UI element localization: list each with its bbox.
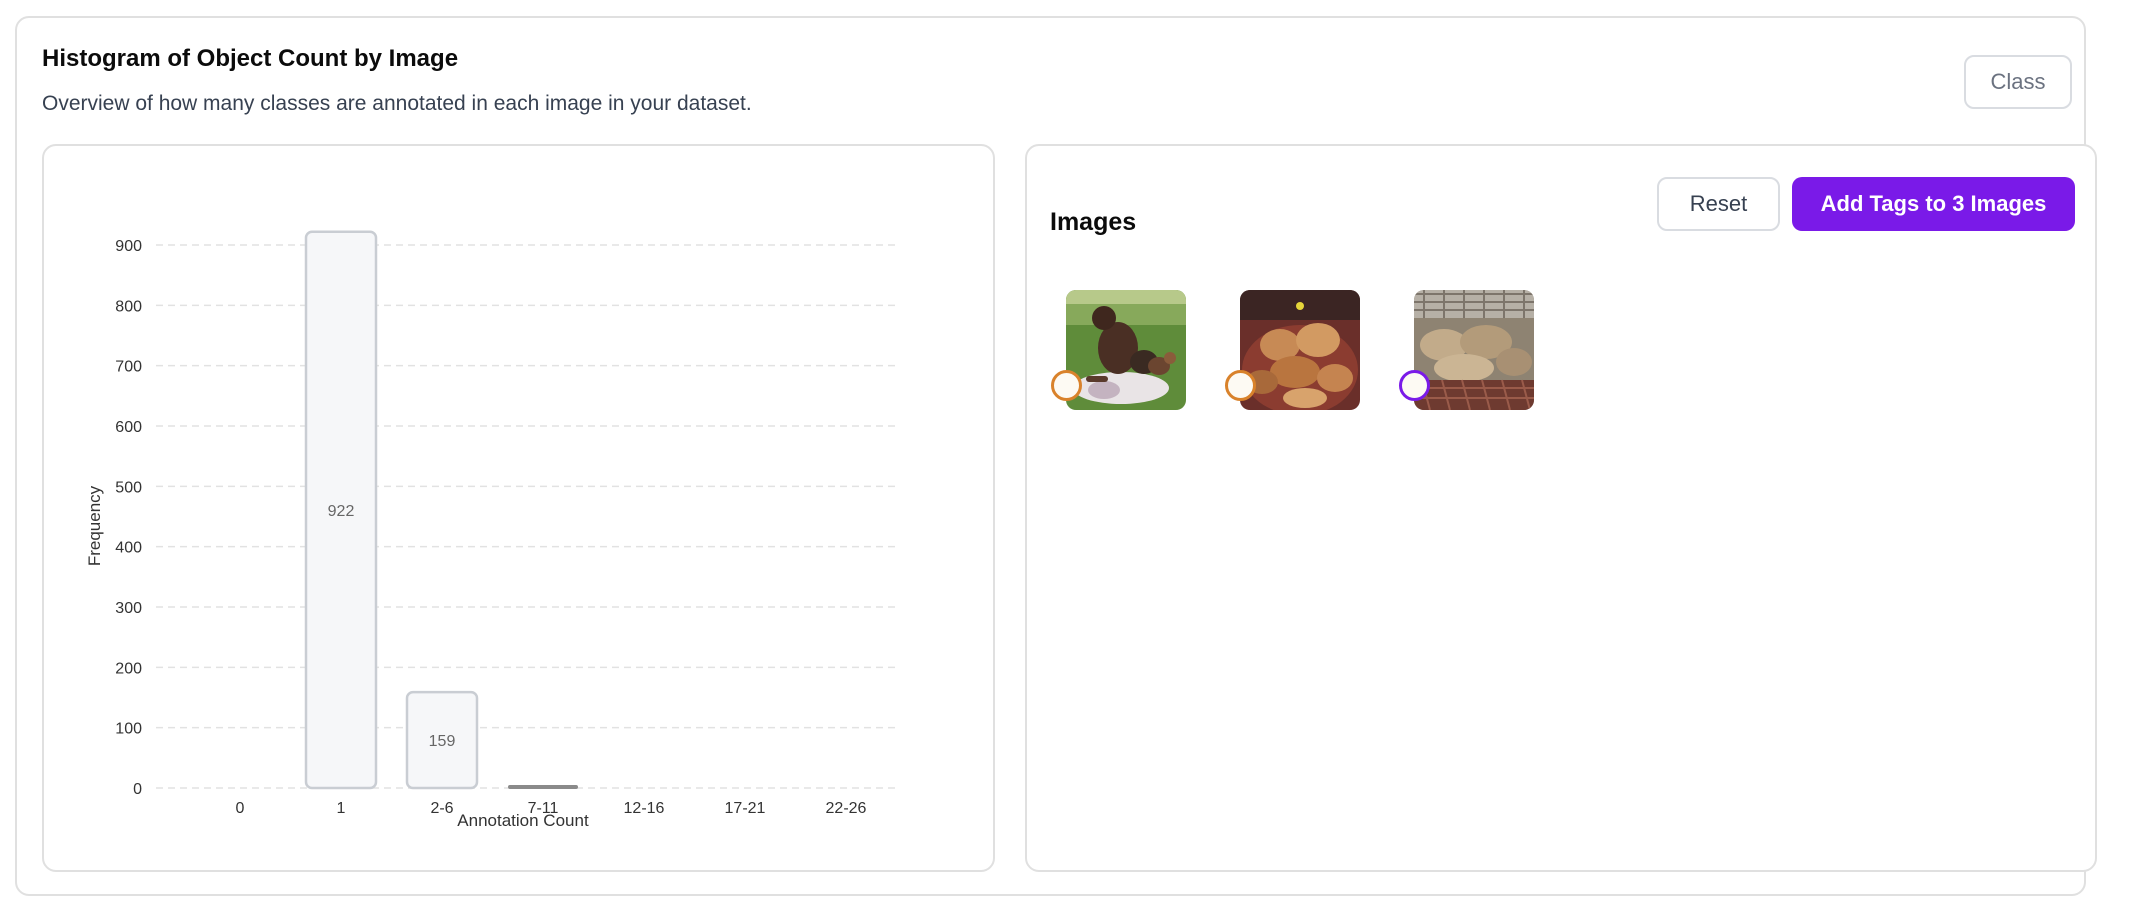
image-thumbnail-1[interactable] (1066, 290, 1186, 410)
histogram-card: Histogram of Object Count by Image Overv… (15, 16, 2097, 896)
y-tick-label: 600 (115, 419, 142, 436)
x-tick-label: 0 (236, 800, 245, 817)
class-dropdown-button[interactable]: Class (1964, 55, 2072, 109)
y-tick-label: 100 (115, 721, 142, 738)
histogram-chart: 0100200300400500600700800900092211592-6 7… (85, 230, 896, 830)
y-tick-label: 700 (115, 359, 142, 376)
image-select-checkbox-1[interactable] (1051, 370, 1082, 401)
bar-data-label: 922 (328, 503, 355, 520)
y-axis-label: Frequency (85, 485, 104, 566)
page-subtitle: Overview of how many classes are annotat… (42, 92, 752, 115)
x-tick-label: 17-21 (725, 800, 766, 817)
y-tick-label: 900 (115, 238, 142, 255)
dog-on-grass-image (1066, 290, 1186, 410)
add-tags-button[interactable]: Add Tags to 3 Images (1792, 177, 2075, 231)
histogram-bar[interactable] (508, 785, 578, 789)
x-axis-label: Annotation Count (457, 811, 589, 830)
image-thumbnail-3[interactable] (1414, 290, 1534, 410)
y-tick-label: 800 (115, 298, 142, 315)
x-tick-label: 22-26 (826, 800, 867, 817)
bar-data-label: 159 (429, 733, 456, 750)
image-thumbnail-2[interactable] (1240, 290, 1360, 410)
images-panel: Images Reset Add Tags to 3 Images (1025, 144, 2097, 872)
page-title: Histogram of Object Count by Image (42, 45, 459, 72)
y-tick-label: 500 (115, 479, 142, 496)
y-tick-label: 300 (115, 600, 142, 617)
y-tick-label: 0 (133, 781, 142, 798)
image-select-checkbox-3[interactable] (1399, 370, 1430, 401)
y-tick-label: 400 (115, 540, 142, 557)
chart-panel: 0 100 200 300 400 500 600 700 800 900 0 922 1 159 2-6 7… (42, 144, 995, 872)
x-tick-label: 12-16 (624, 800, 665, 817)
reset-button[interactable]: Reset (1657, 177, 1780, 231)
image-select-checkbox-2[interactable] (1225, 370, 1256, 401)
x-tick-label: 2-6 (430, 800, 453, 817)
x-tick-label: 1 (337, 800, 346, 817)
puppies-in-kennel-image (1414, 290, 1534, 410)
y-tick-label: 200 (115, 660, 142, 677)
puppies-in-basket-image (1240, 290, 1360, 410)
images-title: Images (1050, 208, 1137, 236)
